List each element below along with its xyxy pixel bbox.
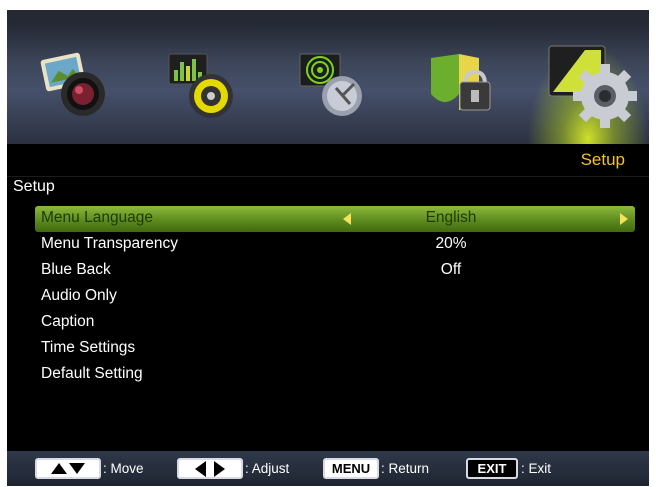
menu-item-default-setting[interactable]: Default Setting xyxy=(35,362,635,388)
menu-item-value: 20% xyxy=(435,235,467,252)
key-hint-bar: : Move : Adjust MENU : Return EXIT : Exi… xyxy=(7,451,649,486)
tv-osd-screen: Setup Setup Menu Language English Menu T… xyxy=(7,10,649,486)
menu-item-label: Audio Only xyxy=(41,287,117,304)
menu-item-menu-language[interactable]: Menu Language English xyxy=(35,206,635,232)
return-hint: : Return xyxy=(381,461,430,476)
arrow-right-icon[interactable] xyxy=(620,213,628,225)
channel-icon[interactable] xyxy=(296,50,376,126)
move-hint: : Move xyxy=(103,461,144,476)
exit-hint: : Exit xyxy=(521,461,552,476)
menu-item-audio-only[interactable]: Audio Only xyxy=(35,284,635,310)
menu-item-label: Caption xyxy=(41,313,95,330)
left-arrow-icon xyxy=(195,460,206,477)
menu-item-time-settings[interactable]: Time Settings xyxy=(35,336,635,362)
up-down-keys-icon xyxy=(35,458,101,479)
menu-item-value: Off xyxy=(440,261,462,278)
sound-icon[interactable] xyxy=(165,50,245,126)
left-right-keys-icon xyxy=(177,458,243,479)
menu-item-label: Time Settings xyxy=(41,339,136,356)
arrow-left-icon[interactable] xyxy=(343,213,351,225)
section-title: Setup xyxy=(13,178,55,195)
menu-item-menu-transparency[interactable]: Menu Transparency 20% xyxy=(35,232,635,258)
picture-icon[interactable] xyxy=(37,50,117,126)
right-arrow-icon xyxy=(214,460,225,477)
lock-icon[interactable] xyxy=(423,50,503,126)
menu-item-label: Blue Back xyxy=(41,261,111,278)
menu-key: MENU xyxy=(323,458,379,479)
menu-item-caption[interactable]: Caption xyxy=(35,310,635,336)
setup-icon[interactable] xyxy=(545,40,641,132)
menu-item-label: Menu Transparency xyxy=(41,235,178,252)
menu-item-value: English xyxy=(425,209,477,226)
menu-item-label: Default Setting xyxy=(41,365,143,382)
category-banner xyxy=(7,10,649,144)
up-arrow-icon xyxy=(51,463,67,474)
down-arrow-icon xyxy=(69,463,85,474)
category-title: Setup xyxy=(580,150,625,169)
setup-menu: Menu Language English Menu Transparency … xyxy=(35,206,635,388)
divider xyxy=(7,176,649,177)
menu-item-blue-back[interactable]: Blue Back Off xyxy=(35,258,635,284)
menu-item-label: Menu Language xyxy=(41,209,154,226)
adjust-hint: : Adjust xyxy=(245,461,290,476)
exit-key: EXIT xyxy=(466,458,518,479)
